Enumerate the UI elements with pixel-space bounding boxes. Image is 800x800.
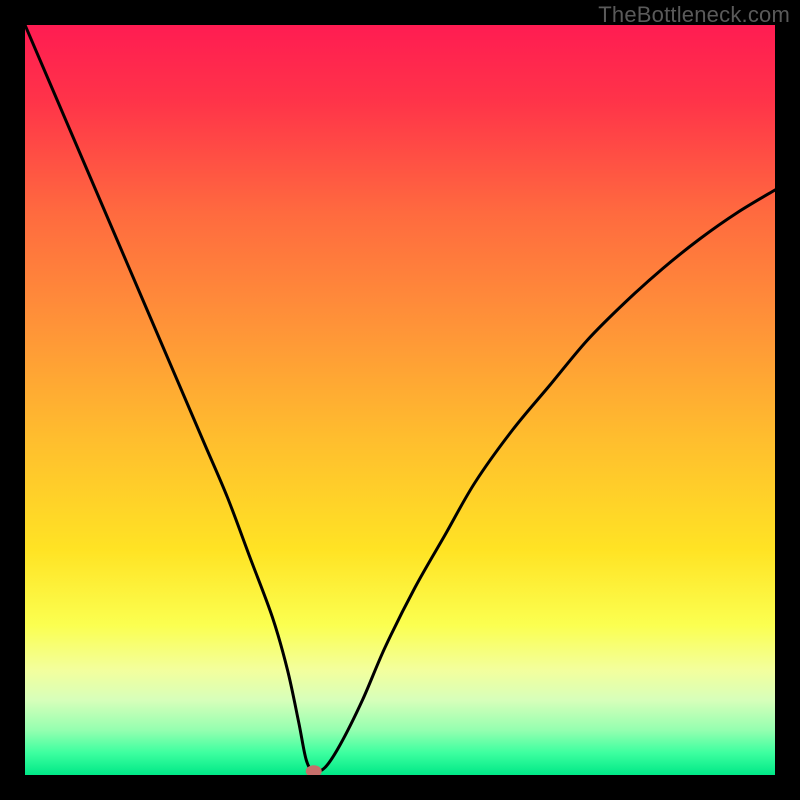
watermark-text: TheBottleneck.com (598, 2, 790, 28)
gradient-background (25, 25, 775, 775)
chart-plot (25, 25, 775, 775)
chart-frame (25, 25, 775, 775)
